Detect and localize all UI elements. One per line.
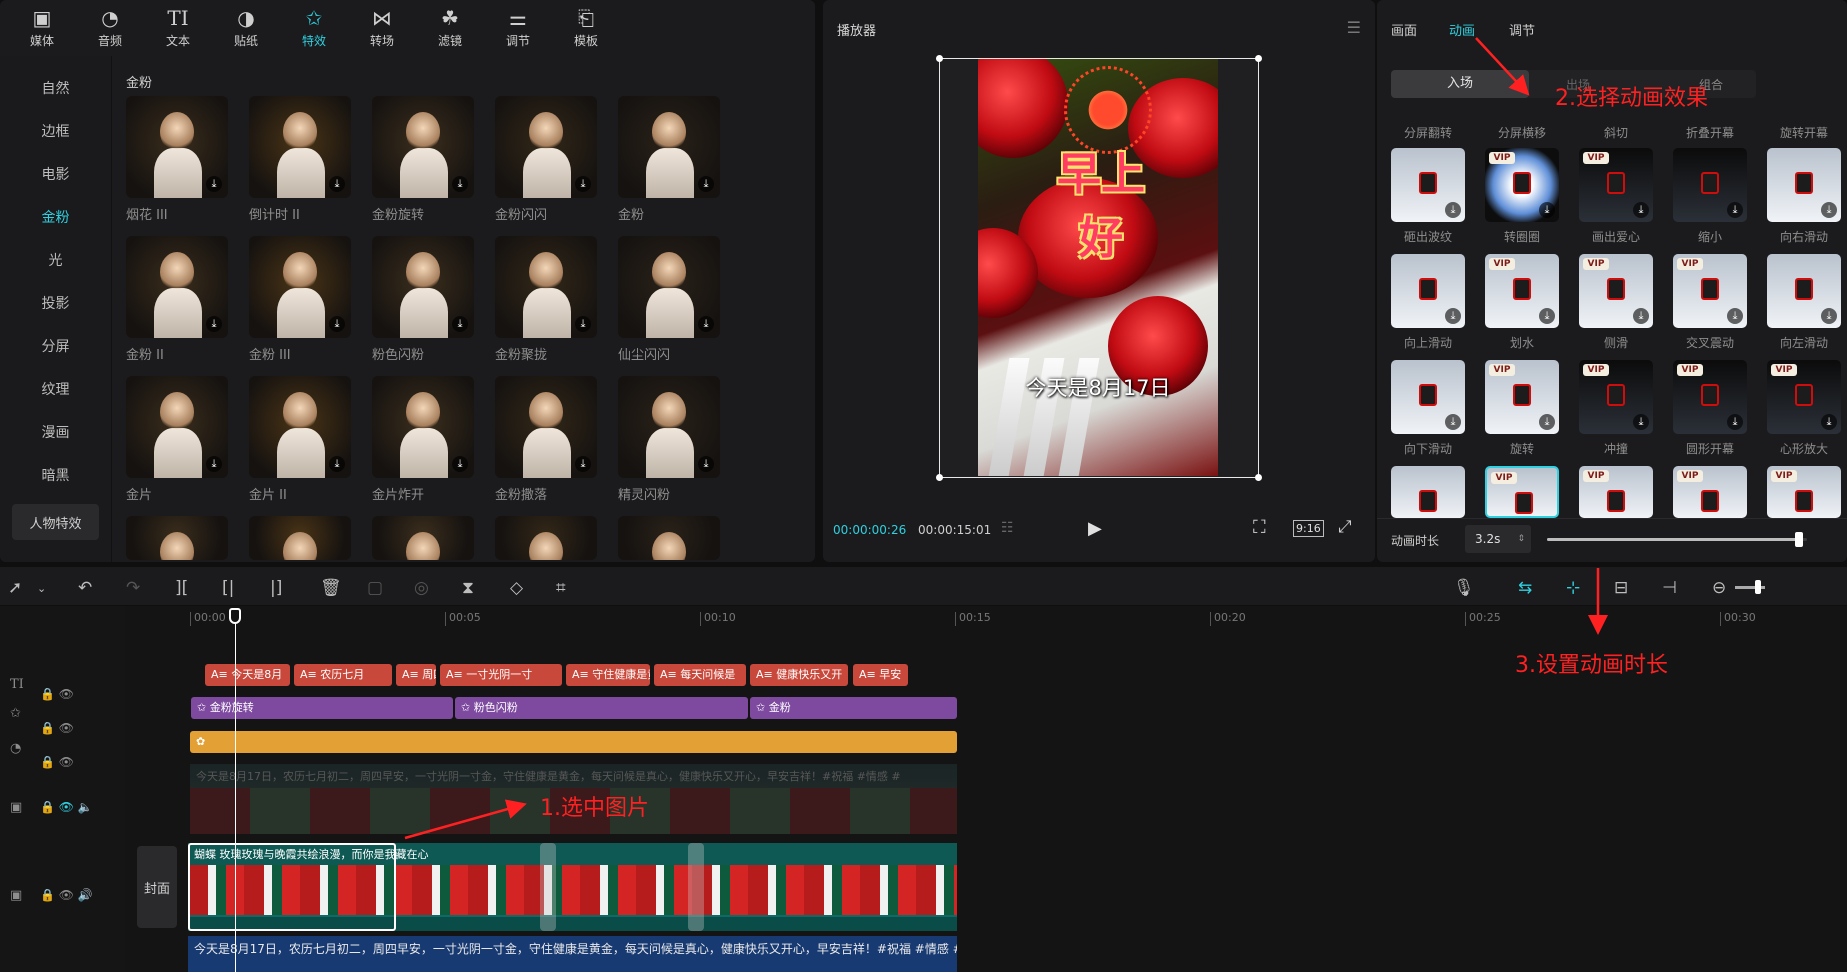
arrow-step1 bbox=[404, 799, 527, 840]
annotation-step1: 1.选中图片 bbox=[540, 796, 649, 821]
annotation-step3: 3.设置动画时长 bbox=[1515, 653, 1668, 678]
arrow-step2 bbox=[1475, 37, 1530, 96]
annotation-arrows bbox=[404, 37, 1608, 840]
annotation-step2: 2.选择动画效果 bbox=[1555, 86, 1708, 111]
